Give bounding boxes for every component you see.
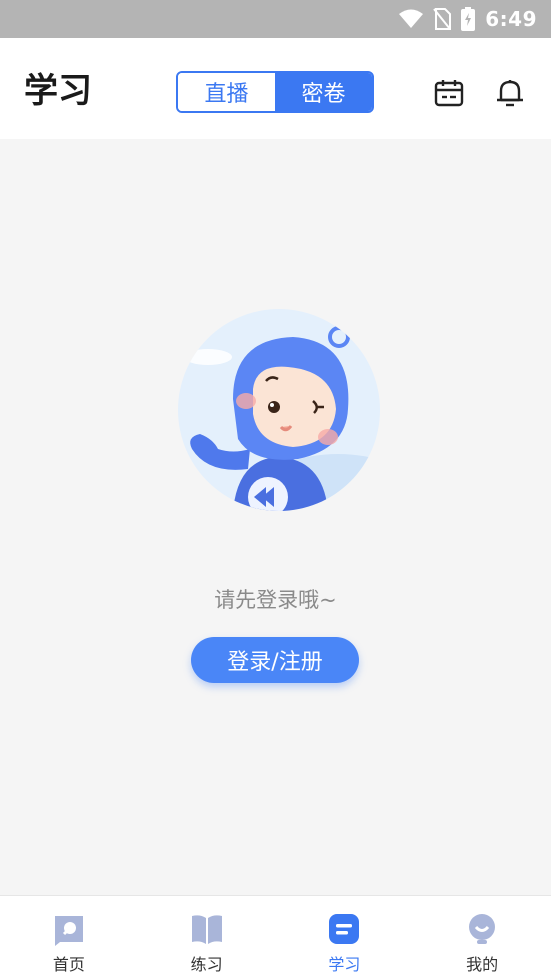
calendar-icon[interactable] — [434, 78, 464, 108]
profile-icon — [469, 914, 496, 944]
no-sim-icon — [433, 8, 452, 30]
page-title: 学习 — [24, 71, 92, 111]
header: 学习 直播 密卷 — [0, 38, 551, 139]
login-prompt: 请先登录哦~ — [214, 588, 337, 612]
tab-study-label: 学习 — [328, 955, 361, 974]
main-content: 请先登录哦~ 登录/注册 — [0, 139, 551, 895]
tab-home-label: 首页 — [52, 955, 85, 974]
tab-home[interactable]: 首页 — [0, 896, 138, 980]
home-icon — [54, 916, 83, 946]
tab-profile-label: 我的 — [466, 955, 499, 974]
tab-profile[interactable]: 我的 — [413, 896, 551, 980]
battery-charging-icon — [461, 7, 476, 31]
status-time: 6:49 — [485, 7, 537, 31]
bell-icon[interactable] — [495, 78, 525, 108]
status-bar: 6:49 — [0, 0, 551, 38]
login-register-button[interactable]: 登录/注册 — [191, 637, 359, 683]
book-icon — [191, 915, 222, 944]
tab-practice-label: 练习 — [190, 955, 223, 974]
tab-secret-papers[interactable]: 密卷 — [275, 73, 372, 111]
mascot-illustration — [178, 309, 380, 511]
segment-control: 直播 密卷 — [176, 71, 374, 113]
tab-practice[interactable]: 练习 — [138, 896, 276, 980]
wifi-icon — [399, 9, 424, 28]
study-icon — [329, 914, 360, 944]
tab-live[interactable]: 直播 — [178, 73, 275, 111]
bottom-tab-bar: 首页 练习 学习 我的 — [0, 895, 551, 980]
tab-study[interactable]: 学习 — [276, 896, 414, 980]
